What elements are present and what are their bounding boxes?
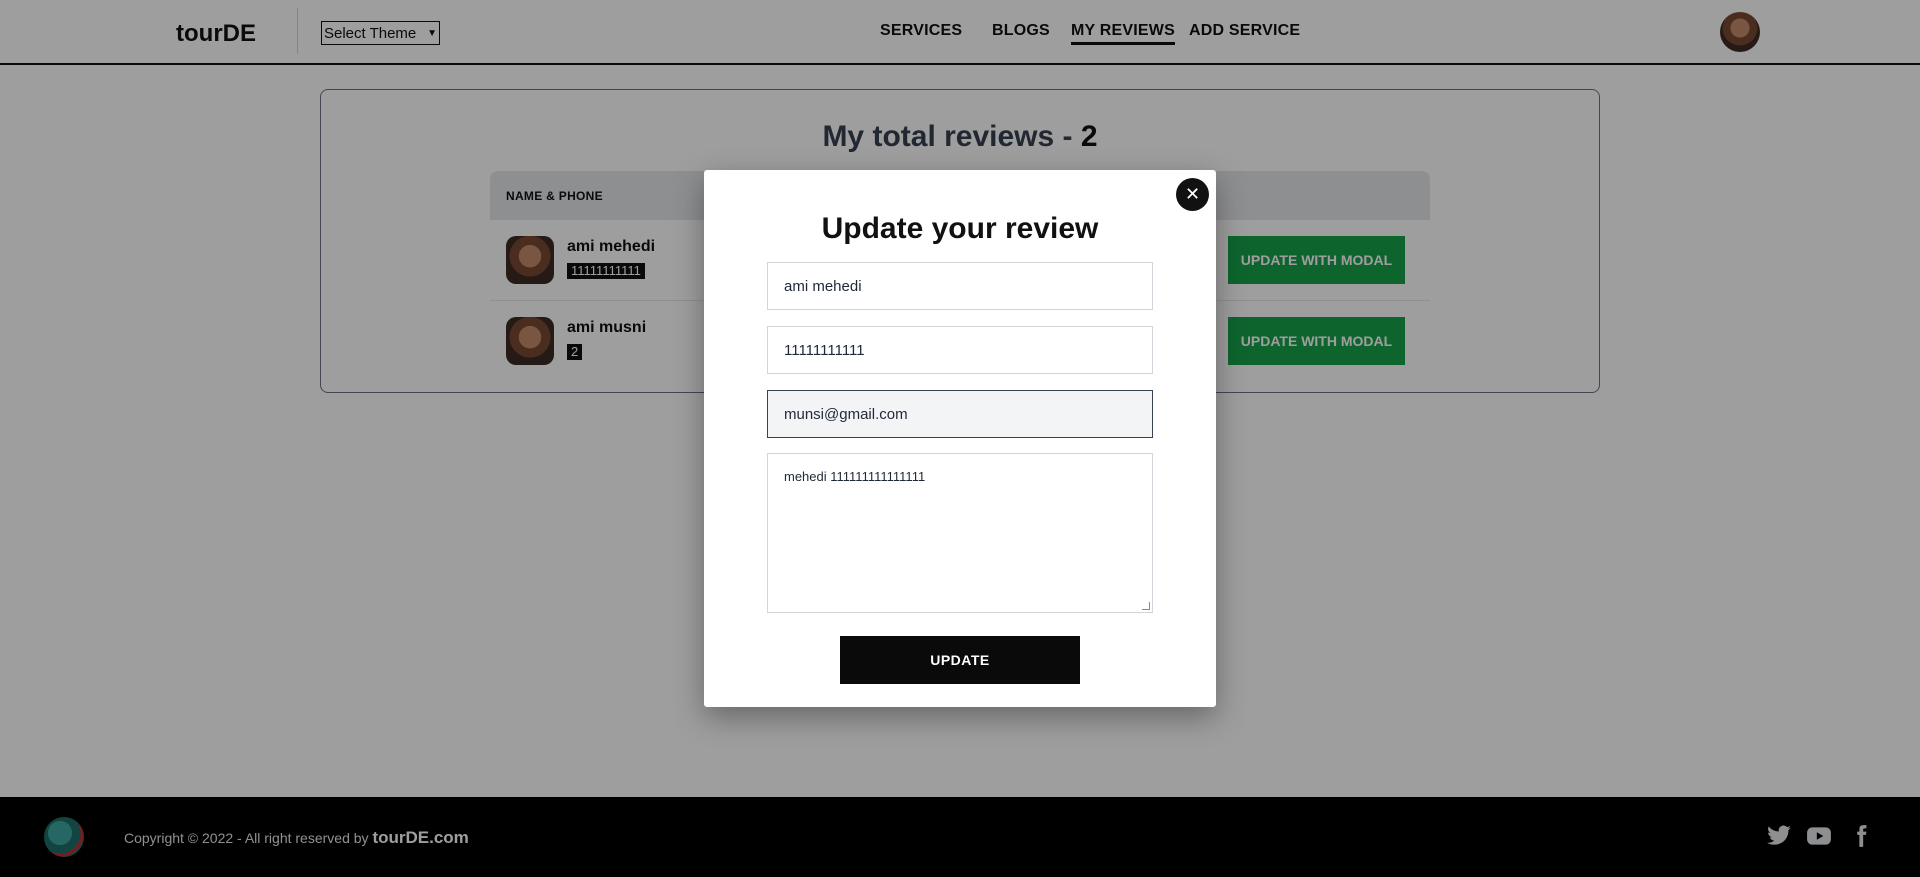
modal-title: Update your review bbox=[821, 212, 1099, 245]
resize-handle[interactable] bbox=[1142, 602, 1150, 610]
close-icon[interactable]: ✕ bbox=[1176, 178, 1209, 211]
email-field[interactable]: munsi@gmail.com bbox=[767, 390, 1153, 438]
update-review-modal: ✕ Update your review ami mehedi 11111111… bbox=[704, 170, 1216, 707]
update-button[interactable]: UPDATE bbox=[840, 636, 1080, 684]
review-textarea[interactable]: mehedi 111111111111111 bbox=[767, 453, 1153, 613]
phone-field[interactable]: 11111111111 bbox=[767, 326, 1153, 374]
review-text: mehedi 111111111111111 bbox=[784, 469, 926, 484]
name-field[interactable]: ami mehedi bbox=[767, 262, 1153, 310]
